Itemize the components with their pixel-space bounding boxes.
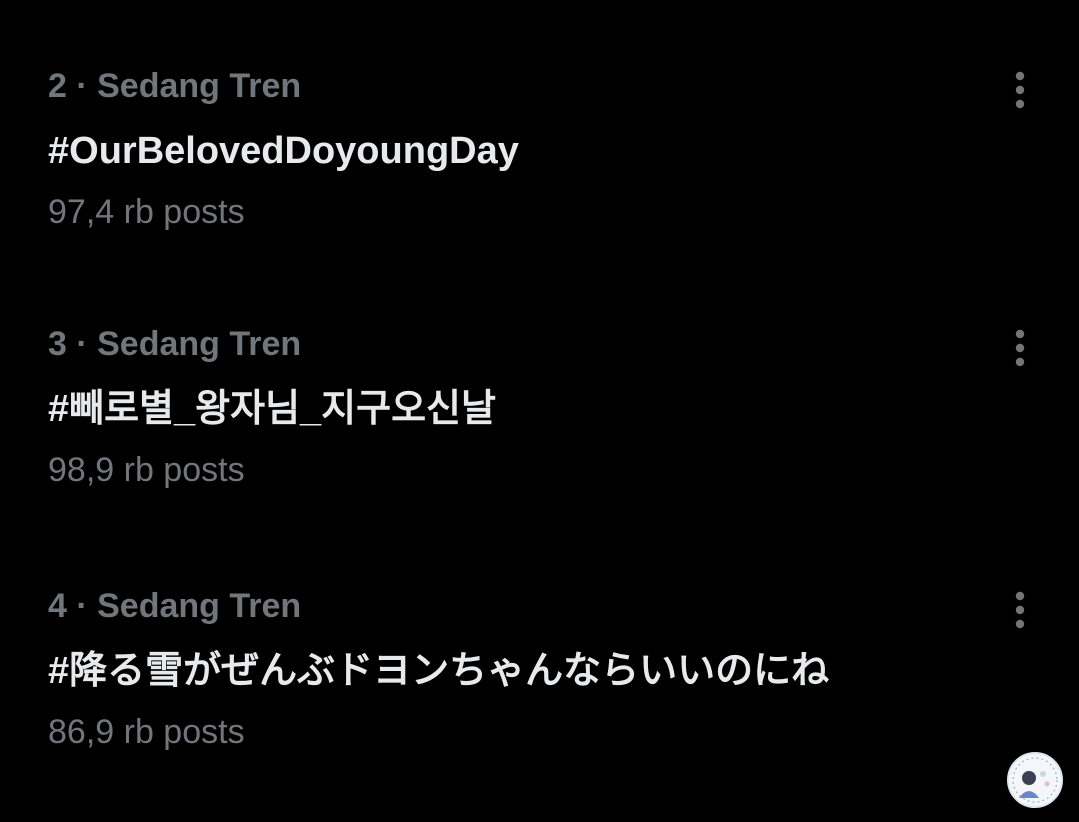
trend-title[interactable]: #降る雪がぜんぶドヨンちゃんならいいのにね <box>48 648 829 694</box>
trend-item[interactable]: 3 · Sedang Tren #빼로별_왕자님_지구오신날 98,9 rb p… <box>0 320 1079 540</box>
avatar-illustration-icon <box>1009 754 1061 806</box>
trend-meta: 3 · Sedang Tren <box>48 325 302 363</box>
floating-avatar[interactable] <box>1007 752 1063 808</box>
more-options-button[interactable] <box>998 326 1042 370</box>
trend-title[interactable]: #OurBelovedDoyoungDay <box>48 128 519 174</box>
more-vertical-icon <box>1015 329 1025 367</box>
trend-post-count: 97,4 rb posts <box>48 193 245 231</box>
more-vertical-icon <box>1015 71 1025 109</box>
trend-item[interactable]: 4 · Sedang Tren #降る雪がぜんぶドヨンちゃんならいいのにね 86… <box>0 582 1079 802</box>
trend-title[interactable]: #빼로별_왕자님_지구오신날 <box>48 386 496 432</box>
trend-meta: 2 · Sedang Tren <box>48 67 302 105</box>
trend-meta: 4 · Sedang Tren <box>48 587 302 625</box>
more-options-button[interactable] <box>998 68 1042 112</box>
trend-item[interactable]: 2 · Sedang Tren #OurBelovedDoyoungDay 97… <box>0 62 1079 282</box>
more-vertical-icon <box>1015 591 1025 629</box>
more-options-button[interactable] <box>998 588 1042 632</box>
trend-post-count: 98,9 rb posts <box>48 451 245 489</box>
trend-post-count: 86,9 rb posts <box>48 713 245 751</box>
